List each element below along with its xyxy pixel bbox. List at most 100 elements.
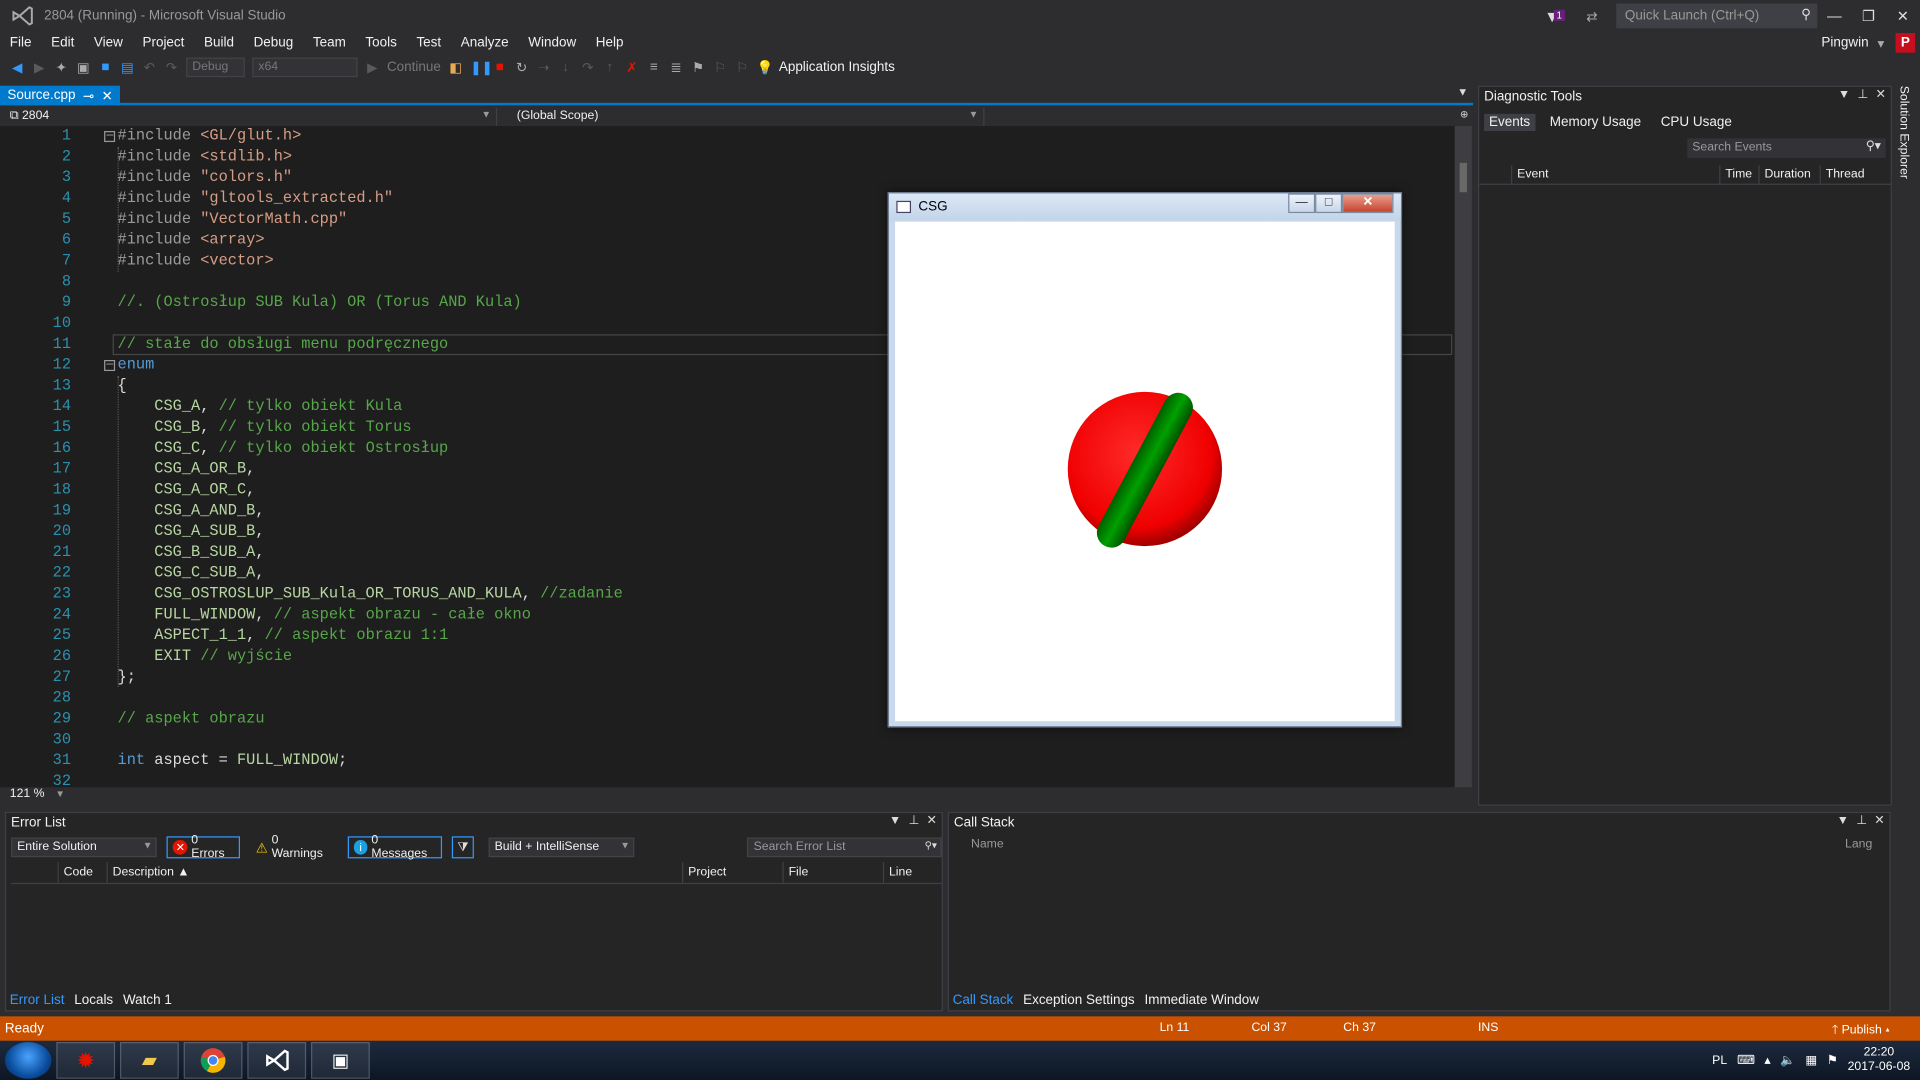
- messages-filter-button[interactable]: i0 Messages: [347, 834, 442, 861]
- code-line[interactable]: 3 #include "colors.h": [0, 168, 1455, 189]
- zoom-level[interactable]: 121 %: [10, 787, 45, 800]
- menu-build[interactable]: Build: [194, 36, 244, 51]
- scope-select[interactable]: Entire Solution ▼: [11, 837, 158, 858]
- tab-error-list[interactable]: Error List: [10, 993, 65, 1008]
- user-area[interactable]: Pingwin ▾ P: [1821, 32, 1920, 54]
- close-button[interactable]: ✕: [1886, 7, 1920, 24]
- action-center-icon[interactable]: ⚑: [1827, 1054, 1838, 1067]
- taskbar-app-visual-studio[interactable]: [247, 1042, 307, 1079]
- opengl-canvas[interactable]: [895, 221, 1395, 722]
- col-name[interactable]: Name: [971, 838, 1004, 851]
- solution-explorer-tab[interactable]: Solution Explorer: [1897, 86, 1910, 179]
- menu-team[interactable]: Team: [303, 36, 356, 51]
- volume-icon[interactable]: 🔈: [1780, 1054, 1795, 1067]
- publish-button[interactable]: 🡑 Publish ▴: [1832, 1021, 1890, 1042]
- taskbar-app-explorer[interactable]: ▰: [120, 1042, 179, 1079]
- build-filter-select[interactable]: Build + IntelliSense ▼: [488, 837, 635, 858]
- show-hidden-icons-icon[interactable]: ▴: [1764, 1054, 1770, 1067]
- menu-edit[interactable]: Edit: [41, 36, 84, 51]
- close-icon[interactable]: ✕: [1875, 88, 1885, 101]
- chevron-down-icon[interactable]: ▼: [889, 814, 901, 827]
- csg-close-button[interactable]: ✕: [1342, 193, 1394, 214]
- chevron-down-icon[interactable]: ▼: [1837, 814, 1849, 827]
- tab-events[interactable]: Events: [1484, 113, 1536, 132]
- collapse-icon[interactable]: −: [104, 359, 116, 372]
- solution-explorer-strip[interactable]: Solution Explorer: [1893, 85, 1920, 806]
- start-button[interactable]: [4, 1042, 52, 1079]
- step-into-icon[interactable]: ↓: [558, 60, 573, 75]
- col-description[interactable]: Description ▲: [106, 862, 683, 883]
- tab-exception-settings[interactable]: Exception Settings: [1023, 993, 1135, 1008]
- csg-output-window[interactable]: CSG — □ ✕: [887, 192, 1403, 728]
- save-icon[interactable]: ■: [98, 60, 113, 75]
- open-file-icon[interactable]: ▣: [76, 59, 91, 76]
- col-thread[interactable]: Thread: [1819, 165, 1889, 184]
- tab-call-stack[interactable]: Call Stack: [953, 993, 1014, 1008]
- project-combo[interactable]: ⧉ 2804 ▼: [0, 107, 498, 127]
- csg-title-bar[interactable]: CSG — □ ✕: [888, 193, 1401, 221]
- code-line[interactable]: 1 − #include <GL/glut.h>: [0, 126, 1455, 147]
- menu-view[interactable]: View: [84, 36, 133, 51]
- restart-icon[interactable]: ↻: [514, 59, 529, 76]
- step-out-icon[interactable]: ↑: [603, 60, 618, 75]
- show-next-statement-icon[interactable]: ➝: [536, 59, 551, 76]
- next-bookmark-icon[interactable]: ⚐: [735, 59, 750, 76]
- stop-icon[interactable]: ■: [492, 60, 507, 75]
- taskbar-app-bug[interactable]: ✹: [56, 1042, 116, 1079]
- undo-icon[interactable]: ↶: [142, 59, 157, 76]
- pin-icon[interactable]: ⊸: [83, 88, 94, 104]
- back-icon[interactable]: ◀: [10, 59, 25, 76]
- tab-source-cpp[interactable]: Source.cpp ⊸ ✕: [0, 85, 121, 106]
- menu-tools[interactable]: Tools: [356, 36, 407, 51]
- pin-icon[interactable]: ⊥: [1856, 814, 1867, 827]
- warnings-filter-button[interactable]: ⚠ 0 Warnings: [250, 834, 338, 861]
- avatar[interactable]: P: [1895, 33, 1916, 53]
- pause-icon[interactable]: ❚❚: [470, 59, 493, 76]
- tabs-dropdown-icon[interactable]: ▼: [1457, 86, 1468, 98]
- clock[interactable]: 22:20 2017-06-08: [1848, 1046, 1911, 1075]
- close-icon[interactable]: ✕: [926, 814, 936, 827]
- minimize-button[interactable]: —: [1817, 7, 1851, 24]
- menu-help[interactable]: Help: [586, 36, 633, 51]
- col-time[interactable]: Time: [1719, 165, 1758, 184]
- menu-test[interactable]: Test: [407, 36, 451, 51]
- redo-icon[interactable]: ↷: [164, 59, 179, 76]
- prev-bookmark-icon[interactable]: ⚐: [713, 59, 728, 76]
- collapse-icon[interactable]: −: [104, 130, 116, 143]
- comment-icon[interactable]: ≡: [647, 60, 662, 75]
- step-over-icon[interactable]: ↷: [580, 59, 595, 76]
- tab-memory-usage[interactable]: Memory Usage: [1545, 114, 1646, 131]
- col-lang[interactable]: Lang: [1845, 838, 1872, 851]
- close-icon[interactable]: ✕: [1874, 814, 1884, 827]
- scrollbar-thumb[interactable]: [1459, 162, 1467, 193]
- application-insights-icon[interactable]: 💡: [757, 59, 774, 76]
- menu-file[interactable]: File: [0, 36, 41, 51]
- chevron-down-icon[interactable]: ▼: [1838, 88, 1850, 101]
- tab-watch-1[interactable]: Watch 1: [123, 993, 172, 1008]
- language-indicator[interactable]: PL: [1712, 1054, 1727, 1067]
- filter-toggle-button[interactable]: ⧩: [451, 836, 474, 859]
- tab-immediate-window[interactable]: Immediate Window: [1144, 993, 1259, 1008]
- pin-icon[interactable]: ⊥: [908, 814, 919, 827]
- menu-debug[interactable]: Debug: [244, 36, 303, 51]
- code-line[interactable]: 32: [0, 771, 1455, 788]
- col-code[interactable]: Code: [57, 862, 107, 883]
- chevron-down-icon[interactable]: ▼: [55, 789, 65, 800]
- tab-locals[interactable]: Locals: [74, 993, 113, 1008]
- code-line[interactable]: 30: [0, 730, 1455, 751]
- taskbar-app-chrome[interactable]: [183, 1042, 243, 1079]
- pin-icon[interactable]: ⊥: [1857, 88, 1868, 101]
- forward-icon[interactable]: ▶: [32, 59, 47, 76]
- notifications-icon[interactable]: ▼ 1: [1544, 7, 1565, 25]
- uncomment-icon[interactable]: ≣: [669, 59, 684, 76]
- network-icon[interactable]: ▦: [1805, 1054, 1817, 1067]
- menu-analyze[interactable]: Analyze: [451, 36, 519, 51]
- editor-vertical-scrollbar[interactable]: [1454, 126, 1472, 788]
- errors-filter-button[interactable]: ✕ 0 Errors: [167, 834, 240, 861]
- tab-cpu-usage[interactable]: CPU Usage: [1656, 114, 1737, 131]
- col-duration[interactable]: Duration: [1758, 165, 1819, 184]
- application-insights-button[interactable]: Application Insights: [779, 60, 895, 75]
- close-tab-icon[interactable]: ✕: [101, 88, 112, 104]
- continue-icon[interactable]: ▶: [365, 59, 380, 76]
- continue-button[interactable]: Continue: [387, 60, 441, 75]
